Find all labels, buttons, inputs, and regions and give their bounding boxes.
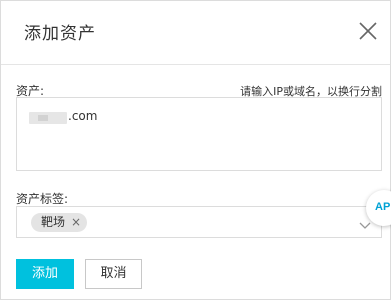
redacted-domain: [29, 112, 67, 124]
tag-label: 靶场: [41, 215, 66, 229]
tags-select[interactable]: 靶场 ×: [16, 206, 382, 238]
selected-tag: 靶场 ×: [31, 213, 88, 232]
dialog-header: 添加资产: [1, 1, 390, 65]
close-icon[interactable]: [358, 21, 378, 41]
tags-label: 资产标签:: [16, 192, 69, 206]
tag-remove-icon[interactable]: ×: [71, 213, 81, 232]
dialog-title: 添加资产: [24, 24, 96, 44]
cancel-button[interactable]: 取消: [85, 259, 142, 289]
badge-text: AP: [375, 201, 391, 213]
asset-domain-suffix: .com: [68, 109, 98, 123]
add-button[interactable]: 添加: [16, 259, 74, 289]
add-asset-dialog: 添加资产 资产: 请输入IP或域名，以换行分割 .com 资产标签: 靶场 × 添…: [0, 0, 391, 300]
assets-textarea[interactable]: .com: [16, 97, 382, 171]
